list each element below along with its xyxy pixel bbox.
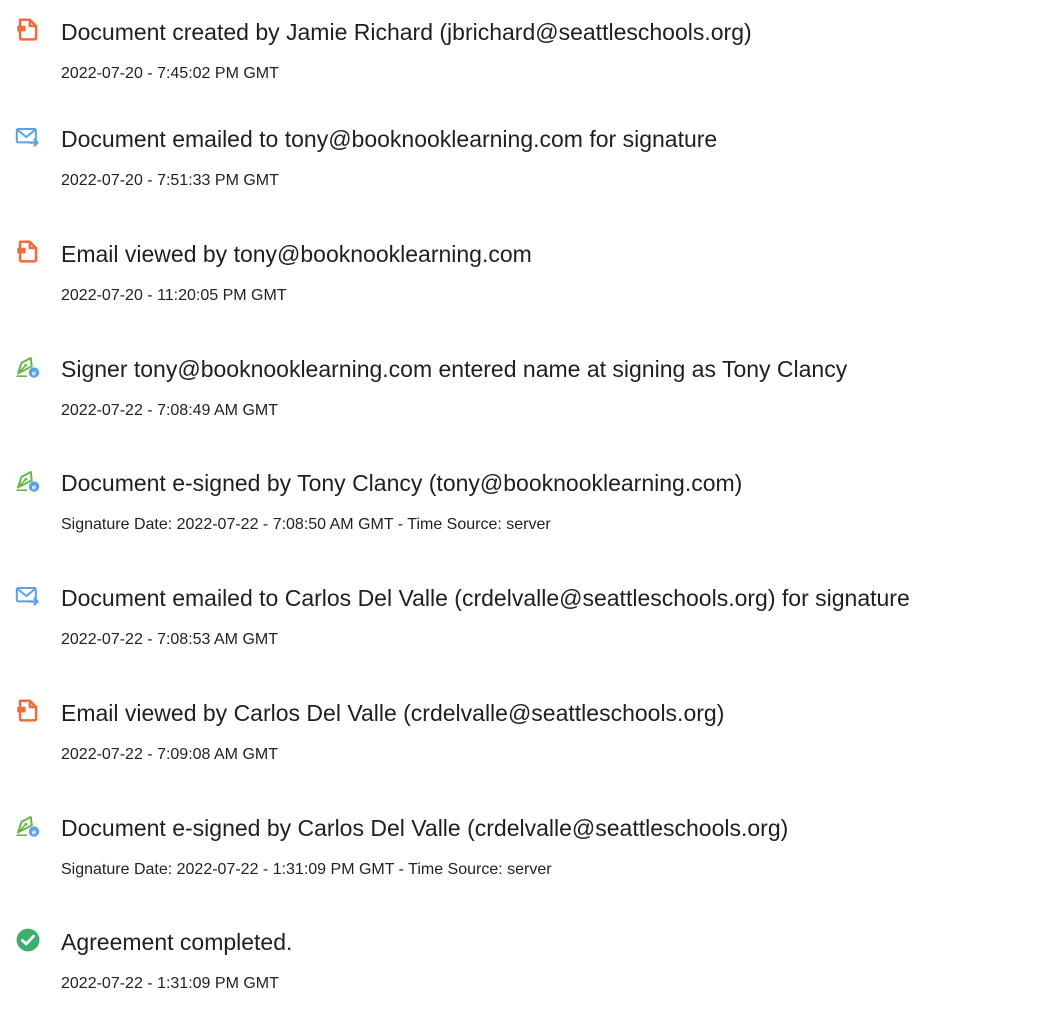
audit-entry: Document emailed to Carlos Del Valle (cr… <box>0 576 1047 666</box>
audit-entry: e Document e-signed by Carlos Del Valle … <box>0 806 1047 896</box>
entry-signature-date: Signature Date: 2022-07-22 - 7:08:50 AM … <box>61 516 551 533</box>
document-icon <box>15 239 41 265</box>
audit-entry: Email viewed by Carlos Del Valle (crdelv… <box>0 691 1047 781</box>
audit-entry: e Signer tony@booknooklearning.com enter… <box>0 347 1047 437</box>
audit-history: Document created by Jamie Richard (jbric… <box>0 0 1047 995</box>
entry-timestamp: 2022-07-22 - 7:08:49 AM GMT <box>61 402 278 419</box>
entry-title: Document e-signed by Tony Clancy (tony@b… <box>61 470 743 496</box>
audit-entry: e Document e-signed by Tony Clancy (tony… <box>0 461 1047 551</box>
sign-icon: e <box>15 813 41 839</box>
document-icon <box>15 698 41 724</box>
entry-title: Document emailed to Carlos Del Valle (cr… <box>61 585 910 611</box>
entry-timestamp: 2022-07-22 - 7:08:53 AM GMT <box>61 631 278 648</box>
audit-entry: Document created by Jamie Richard (jbric… <box>0 10 1047 100</box>
document-icon <box>15 17 41 43</box>
svg-text:e: e <box>32 482 36 491</box>
audit-entry: Document emailed to tony@booknooklearnin… <box>0 117 1047 207</box>
entry-title: Document created by Jamie Richard (jbric… <box>61 19 752 45</box>
entry-timestamp: 2022-07-22 - 1:31:09 PM GMT <box>61 975 279 992</box>
entry-title: Email viewed by tony@booknooklearning.co… <box>61 241 532 267</box>
sign-icon: e <box>15 354 41 380</box>
svg-text:e: e <box>32 368 36 377</box>
svg-text:e: e <box>32 827 36 836</box>
audit-entry: Agreement completed. 2022-07-22 - 1:31:0… <box>0 920 1047 1010</box>
entry-timestamp: 2022-07-20 - 7:45:02 PM GMT <box>61 65 279 82</box>
email-icon <box>15 124 41 150</box>
entry-title: Signer tony@booknooklearning.com entered… <box>61 356 848 382</box>
entry-timestamp: 2022-07-20 - 11:20:05 PM GMT <box>61 287 287 304</box>
audit-entry: Email viewed by tony@booknooklearning.co… <box>0 232 1047 322</box>
entry-signature-date: Signature Date: 2022-07-22 - 1:31:09 PM … <box>61 861 552 878</box>
sign-icon: e <box>15 468 41 494</box>
entry-timestamp: 2022-07-22 - 7:09:08 AM GMT <box>61 746 278 763</box>
email-icon <box>15 583 41 609</box>
entry-title: Agreement completed. <box>61 929 293 955</box>
entry-title: Document emailed to tony@booknooklearnin… <box>61 126 718 152</box>
entry-title: Document e-signed by Carlos Del Valle (c… <box>61 815 789 841</box>
entry-title: Email viewed by Carlos Del Valle (crdelv… <box>61 700 725 726</box>
entry-timestamp: 2022-07-20 - 7:51:33 PM GMT <box>61 172 279 189</box>
check-icon <box>15 927 41 953</box>
